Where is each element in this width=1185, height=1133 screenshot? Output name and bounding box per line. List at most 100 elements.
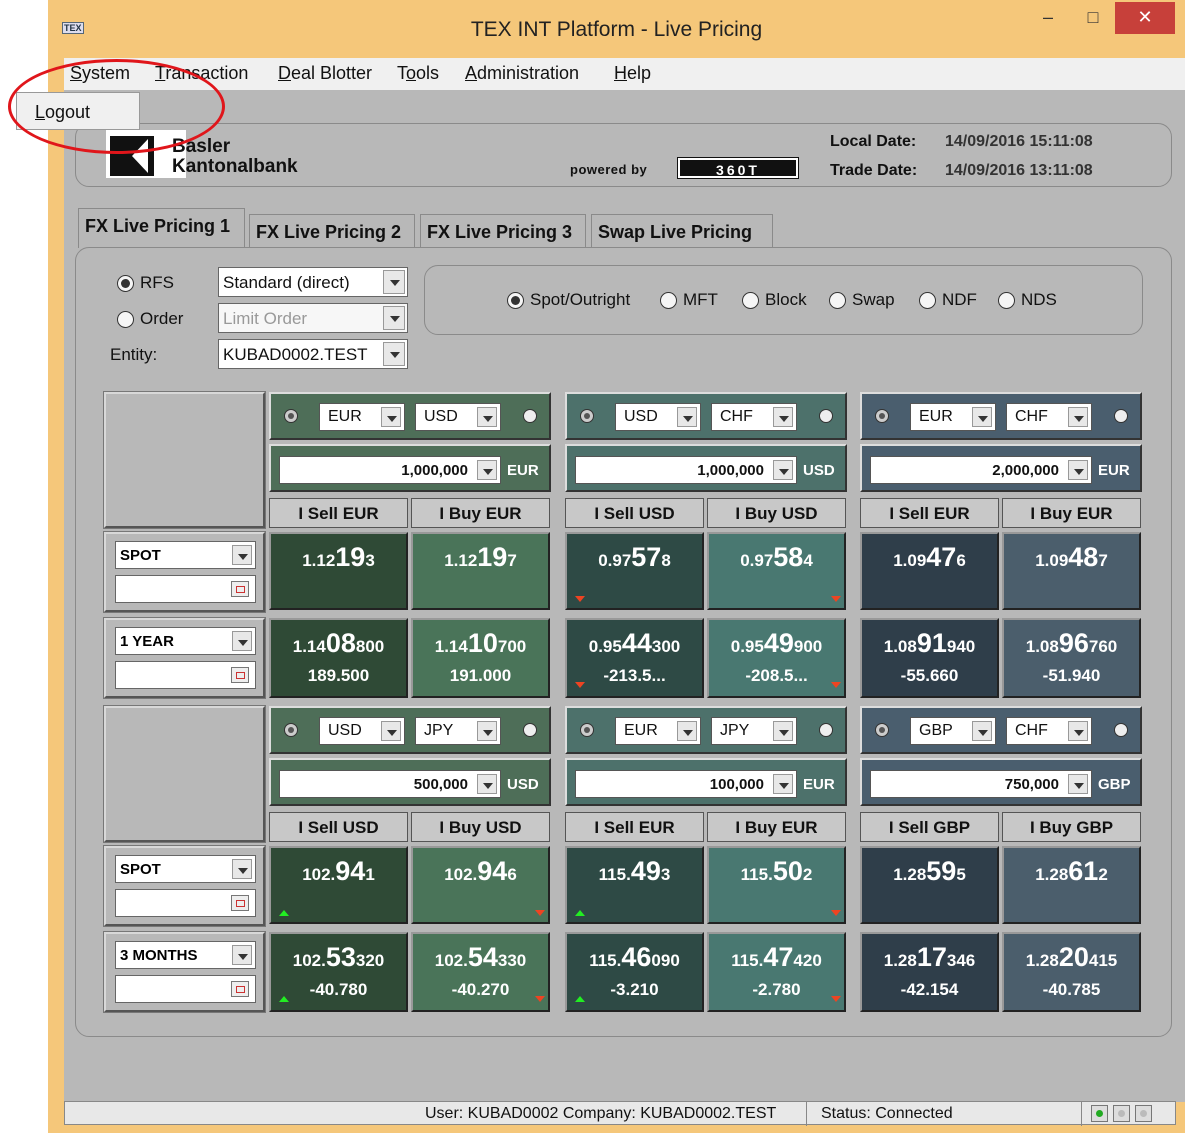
tab-fx-live-pricing-3[interactable]: FX Live Pricing 3	[420, 214, 586, 248]
tab-fx-live-pricing-1[interactable]: FX Live Pricing 1	[78, 208, 245, 248]
quote-currency-select[interactable]: CHF	[1006, 403, 1092, 431]
bid-price-button[interactable]: 0.9544300 -213.5...	[565, 618, 704, 698]
sell-header: I Sell GBP	[860, 812, 999, 842]
minimize-button[interactable]: –	[1033, 2, 1063, 34]
title-bar[interactable]: TEX TEX INT Platform - Live Pricing – □ …	[48, 0, 1185, 58]
tenor-cell-row2-spot: SPOT	[103, 845, 266, 927]
bid-price-button[interactable]: 1.12193	[269, 532, 408, 610]
product-radio-spot-outright[interactable]	[507, 292, 524, 309]
price-pips: 54	[467, 942, 498, 972]
menu-help[interactable]: Help	[614, 63, 651, 84]
value-date-input[interactable]	[115, 975, 256, 1003]
amount-input[interactable]: 100,000	[575, 770, 797, 798]
price-pips: 17	[916, 942, 947, 972]
ask-price-button[interactable]: 102.946	[411, 846, 550, 924]
product-radio-nds[interactable]	[998, 292, 1015, 309]
base-currency-select[interactable]: EUR	[910, 403, 996, 431]
order-radio[interactable]	[117, 311, 134, 328]
logout-menu-item[interactable]: Logout	[16, 92, 140, 130]
menu-transaction[interactable]: Transaction	[155, 63, 248, 84]
entity-select[interactable]: KUBAD0002.TEST	[218, 339, 408, 369]
powered-by-label: powered by	[570, 162, 648, 177]
price-pips: 94	[335, 856, 366, 886]
calendar-icon[interactable]	[231, 581, 249, 597]
quote-currency-select[interactable]: JPY	[415, 717, 501, 745]
bid-price-button[interactable]: 1.0891940 -55.660	[860, 618, 999, 698]
ask-price-button[interactable]: 0.97584	[707, 532, 846, 610]
maximize-button[interactable]: □	[1078, 2, 1108, 34]
product-radio-mft[interactable]	[660, 292, 677, 309]
quote-currency-select[interactable]: USD	[415, 403, 501, 431]
amount-input[interactable]: 1,000,000	[279, 456, 501, 484]
product-radio-swap[interactable]	[829, 292, 846, 309]
amount-input[interactable]: 2,000,000	[870, 456, 1092, 484]
close-button[interactable]: ✕	[1115, 2, 1175, 34]
price-big-figure: 102.	[434, 951, 468, 970]
quote-currency-select[interactable]: JPY	[711, 717, 797, 745]
product-radio-ndf[interactable]	[919, 292, 936, 309]
menu-deal-blotter[interactable]: Deal Blotter	[278, 63, 372, 84]
ask-price-button[interactable]: 1.0896760 -51.940	[1002, 618, 1141, 698]
amount-input[interactable]: 750,000	[870, 770, 1092, 798]
value-date-input[interactable]	[115, 889, 256, 917]
calendar-icon[interactable]	[231, 981, 249, 997]
currency-pair-row: EUR JPY	[565, 706, 847, 754]
tab-swap-live-pricing[interactable]: Swap Live Pricing	[591, 214, 773, 248]
bid-price-button[interactable]: 115.493	[565, 846, 704, 924]
ask-price-button[interactable]: 0.9549900 -208.5...	[707, 618, 846, 698]
ask-price-button[interactable]: 1.1410700 191.000	[411, 618, 550, 698]
product-label: Spot/Outright	[530, 290, 631, 309]
tenor-select[interactable]: SPOT	[115, 541, 256, 569]
amount-input[interactable]: 500,000	[279, 770, 501, 798]
value-date-input[interactable]	[115, 661, 256, 689]
status-separator	[806, 1102, 807, 1126]
calendar-icon[interactable]	[231, 667, 249, 683]
product-label: Swap	[852, 290, 895, 309]
tenor-spacer-1	[103, 391, 266, 529]
bid-price-button[interactable]: 102.53320 -40.780	[269, 932, 408, 1012]
tenor-select[interactable]: 1 YEAR	[115, 627, 256, 655]
bid-price-button[interactable]: 0.97578	[565, 532, 704, 610]
ask-price-button[interactable]: 115.502	[707, 846, 846, 924]
ask-price-button[interactable]: 115.47420 -2.780	[707, 932, 846, 1012]
product-radio-block[interactable]	[742, 292, 759, 309]
price-big-figure: 1.08	[1025, 637, 1059, 656]
amount-input[interactable]: 1,000,000	[575, 456, 797, 484]
quote-currency-select[interactable]: CHF	[711, 403, 797, 431]
tenor-select[interactable]: SPOT	[115, 855, 256, 883]
quote-currency-select[interactable]: CHF	[1006, 717, 1092, 745]
ask-price-button[interactable]: 102.54330 -40.270	[411, 932, 550, 1012]
tab-fx-live-pricing-2[interactable]: FX Live Pricing 2	[249, 214, 415, 248]
calendar-icon[interactable]	[231, 895, 249, 911]
price-big-figure: 0.97	[740, 551, 774, 570]
base-currency-select[interactable]: USD	[319, 717, 405, 745]
base-currency-select[interactable]: EUR	[319, 403, 405, 431]
chevron-down-icon	[232, 545, 252, 565]
ask-price-button[interactable]: 1.09487	[1002, 532, 1141, 610]
rfs-type-select[interactable]: Standard (direct)	[218, 267, 408, 297]
price-pips: 47	[763, 942, 794, 972]
bid-price-button[interactable]: 1.2817346 -42.154	[860, 932, 999, 1012]
bid-price-button[interactable]: 1.09476	[860, 532, 999, 610]
ask-price-button[interactable]: 1.12197	[411, 532, 550, 610]
price-pips: 61	[1068, 856, 1099, 886]
rfs-radio[interactable]	[117, 275, 134, 292]
value-date-input[interactable]	[115, 575, 256, 603]
ask-price-button[interactable]: 1.28612	[1002, 846, 1141, 924]
bank-name-line1: Basler	[172, 136, 231, 157]
ask-price-button[interactable]: 1.2820415 -40.785	[1002, 932, 1141, 1012]
base-currency-select[interactable]: EUR	[615, 717, 701, 745]
forward-points: -2.780	[752, 980, 801, 999]
tenor-select[interactable]: 3 MONTHS	[115, 941, 256, 969]
menu-administration[interactable]: Administration	[465, 63, 579, 84]
menu-tools[interactable]: Tools	[397, 63, 439, 84]
base-currency-select[interactable]: USD	[615, 403, 701, 431]
bid-price-button[interactable]: 1.28595	[860, 846, 999, 924]
menu-system[interactable]: System	[70, 63, 130, 84]
bid-price-button[interactable]: 115.46090 -3.210	[565, 932, 704, 1012]
forward-points: -40.785	[1042, 980, 1101, 999]
base-currency-select[interactable]: GBP	[910, 717, 996, 745]
bid-price-button[interactable]: 1.1408800 189.500	[269, 618, 408, 698]
pricing-tile-eurusd: EUR USD 1,000,000 EUR I Sell EUR I Buy EUR 1.1…	[269, 392, 551, 698]
bid-price-button[interactable]: 102.941	[269, 846, 408, 924]
